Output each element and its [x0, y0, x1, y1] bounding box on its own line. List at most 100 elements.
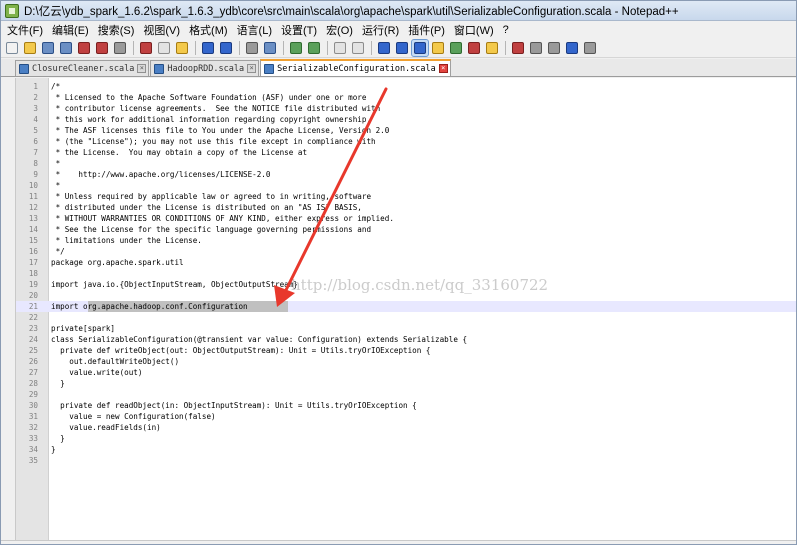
code-line[interactable]: 31 value = new Configuration(false) — [16, 411, 796, 422]
indent-guide-icon[interactable] — [411, 38, 429, 57]
code-line[interactable]: 26 out.defaultWriteObject() — [16, 356, 796, 367]
line-number: 3 — [33, 104, 38, 113]
word-wrap-icon[interactable] — [376, 40, 392, 56]
paste-icon[interactable] — [174, 40, 190, 56]
menu-file[interactable]: 文件(F) — [7, 22, 43, 38]
replace-icon[interactable] — [262, 40, 278, 56]
code-line[interactable]: 4 * this work for additional information… — [16, 114, 796, 125]
code-line[interactable]: 2 * Licensed to the Apache Software Foun… — [16, 92, 796, 103]
menu-search[interactable]: 搜索(S) — [98, 22, 135, 38]
close-tab-icon[interactable]: × — [247, 64, 257, 73]
code-line[interactable]: 17 package org.apache.spark.util — [16, 257, 796, 268]
code-line[interactable]: 23 private[spark] — [16, 323, 796, 334]
undo-icon[interactable] — [200, 40, 216, 56]
new-file-icon[interactable] — [4, 40, 20, 56]
zoom-in-icon[interactable] — [288, 40, 304, 56]
code-line[interactable]: 3 * contributor license agreements. See … — [16, 103, 796, 114]
line-number: 32 — [28, 423, 38, 432]
code-line[interactable]: 28 } — [16, 378, 796, 389]
toolbar-separator — [283, 40, 284, 55]
menu-run[interactable]: 运行(R) — [362, 22, 399, 38]
code-line[interactable]: 15 * limitations under the License. — [16, 235, 796, 246]
macro-record-icon[interactable] — [510, 40, 526, 56]
line-number: 15 — [28, 236, 38, 245]
code-line[interactable]: 1 /* — [16, 81, 796, 92]
menu-format[interactable]: 格式(M) — [189, 22, 228, 38]
macro-play-icon[interactable] — [546, 40, 562, 56]
code-line[interactable]: 8 * — [16, 158, 796, 169]
macro-save-icon[interactable] — [582, 40, 598, 56]
macro-run-multiple-icon[interactable] — [564, 40, 580, 56]
code-line[interactable]: 10 * — [16, 180, 796, 191]
toolbar-separator — [239, 40, 240, 55]
code-line[interactable]: 14 * See the License for the specific la… — [16, 224, 796, 235]
code-line[interactable]: 27 value.write(out) — [16, 367, 796, 378]
code-line[interactable]: 11 * Unless required by applicable law o… — [16, 191, 796, 202]
line-number: 22 — [28, 313, 38, 322]
close-icon[interactable] — [76, 40, 92, 56]
code-line[interactable]: 30 private def readObject(in: ObjectInpu… — [16, 400, 796, 411]
tab-label: ClosureCleaner.scala — [32, 63, 135, 74]
title-bar[interactable]: D:\亿云\ydb_spark_1.6.2\spark_1.6.3_ydb\co… — [1, 1, 796, 21]
code-line[interactable]: 7 * the License. You may obtain a copy o… — [16, 147, 796, 158]
code-line[interactable]: 32 value.readFields(in) — [16, 422, 796, 433]
close-tab-icon[interactable]: × — [137, 64, 147, 73]
macro-stop-icon[interactable] — [528, 40, 544, 56]
print-icon[interactable] — [112, 40, 128, 56]
line-number: 30 — [28, 401, 38, 410]
tab-hadooprdd[interactable]: HadoopRDD.scala × — [150, 60, 260, 76]
code-line[interactable]: 21 import org.apache.hadoop.conf.Configur… — [16, 301, 796, 312]
code-line[interactable]: 12 * distributed under the License is di… — [16, 202, 796, 213]
redo-icon[interactable] — [218, 40, 234, 56]
code-line[interactable]: 34} — [16, 444, 796, 455]
save-icon[interactable] — [40, 40, 56, 56]
sync-horizontal-icon[interactable] — [350, 40, 366, 56]
code-text: * Licensed to the Apache Software Founda… — [51, 93, 367, 102]
toolbar-separator — [327, 40, 328, 55]
code-line[interactable]: 9 * http://www.apache.org/licenses/LICEN… — [16, 169, 796, 180]
menu-help[interactable]: ? — [503, 24, 509, 36]
code-line[interactable]: 22 — [16, 312, 796, 323]
tab-serializableconfiguration[interactable]: SerializableConfiguration.scala × — [260, 59, 451, 76]
code-text: private def readObject(in: ObjectInputSt… — [51, 401, 417, 410]
menu-edit[interactable]: 编辑(E) — [52, 22, 89, 38]
window-title: D:\亿云\ydb_spark_1.6.2\spark_1.6.3_ydb\co… — [24, 5, 679, 18]
toolbar-separator — [195, 40, 196, 55]
doc-map-icon[interactable] — [448, 40, 464, 56]
menu-settings[interactable]: 设置(T) — [281, 22, 317, 38]
sync-vertical-icon[interactable] — [332, 40, 348, 56]
code-line[interactable]: 29 — [16, 389, 796, 400]
user-language-icon[interactable] — [430, 40, 446, 56]
close-tab-icon[interactable]: × — [438, 64, 448, 73]
menu-window[interactable]: 窗口(W) — [454, 22, 494, 38]
code-line[interactable]: 6 * (the "License"); you may not use thi… — [16, 136, 796, 147]
code-editor[interactable]: 1/* 2 * Licensed to the Apache Software F… — [15, 78, 796, 540]
menu-macro[interactable]: 宏(O) — [326, 22, 353, 38]
code-line[interactable]: 25 private def writeObject(out: ObjectOu… — [16, 345, 796, 356]
close-all-icon[interactable] — [94, 40, 110, 56]
save-all-icon[interactable] — [58, 40, 74, 56]
code-line[interactable]: 33 } — [16, 433, 796, 444]
document-tab-bar: ClosureCleaner.scala × HadoopRDD.scala ×… — [1, 59, 796, 77]
code-line[interactable]: 13 * WITHOUT WARRANTIES OR CONDITIONS OF… — [16, 213, 796, 224]
menu-plugins[interactable]: 插件(P) — [408, 22, 445, 38]
menu-view[interactable]: 视图(V) — [143, 22, 180, 38]
menu-language[interactable]: 语言(L) — [237, 22, 272, 38]
code-text: * See the License for the specific langu… — [51, 225, 372, 234]
copy-icon[interactable] — [156, 40, 172, 56]
folder-workspace-icon[interactable] — [484, 40, 500, 56]
find-icon[interactable] — [244, 40, 260, 56]
show-all-chars-icon[interactable] — [394, 40, 410, 56]
cut-icon[interactable] — [138, 40, 154, 56]
code-line[interactable]: 16 */ — [16, 246, 796, 257]
code-line[interactable]: 5 * The ASF licenses this file to You un… — [16, 125, 796, 136]
function-list-icon[interactable] — [466, 40, 482, 56]
menu-bar: 文件(F) 编辑(E) 搜索(S) 视图(V) 格式(M) 语言(L) 设置(T… — [1, 21, 796, 38]
code-line[interactable]: 35 — [16, 455, 796, 466]
tab-closurecleaner[interactable]: ClosureCleaner.scala × — [15, 60, 150, 76]
code-line[interactable]: 24 class SerializableConfiguration(@trans… — [16, 334, 796, 345]
line-number: 29 — [28, 390, 38, 399]
open-file-icon[interactable] — [22, 40, 38, 56]
zoom-out-icon[interactable] — [306, 40, 322, 56]
toolbar-separator — [371, 40, 372, 55]
